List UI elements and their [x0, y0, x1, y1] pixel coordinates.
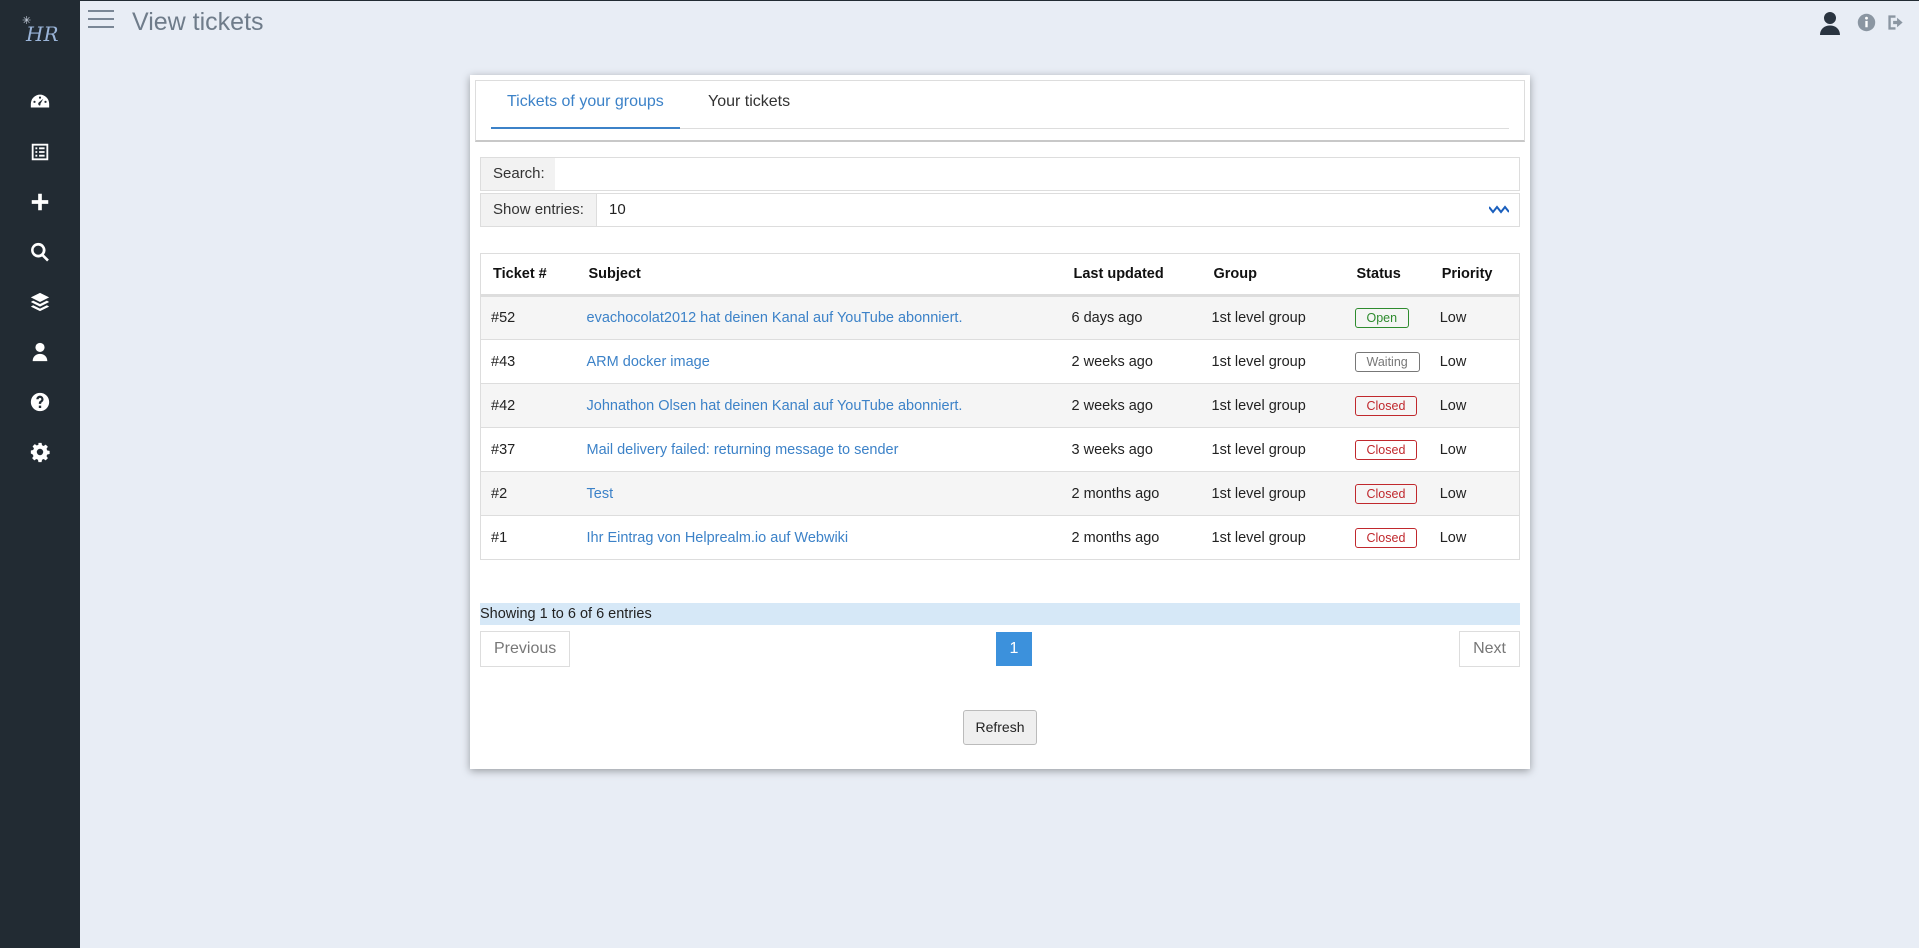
status-badge: Closed	[1354, 527, 1418, 548]
column-header-updated[interactable]: Last updated	[1061, 253, 1202, 297]
ticket-subject-link[interactable]: Test	[587, 486, 614, 502]
status-badge: Open	[1354, 308, 1410, 328]
column-header-subject[interactable]: Subject	[576, 253, 1062, 297]
table-row[interactable]: #2 Test 2 months ago 1st level group Clo…	[480, 471, 1520, 516]
menu-toggle-icon[interactable]	[88, 10, 114, 32]
ticket-priority: Low	[1429, 295, 1520, 340]
ticket-subject-link[interactable]: ARM docker image	[587, 354, 710, 370]
ticket-priority: Low	[1429, 383, 1520, 428]
ticket-id: #52	[480, 295, 577, 340]
list-icon	[31, 143, 49, 161]
ticket-subject-link[interactable]: Mail delivery failed: returning message …	[587, 442, 899, 458]
column-header-ticket[interactable]: Ticket #	[480, 253, 577, 297]
table-row[interactable]: #1 Ihr Eintrag von Helprealm.io auf Webw…	[480, 515, 1520, 560]
logout-icon[interactable]	[1886, 13, 1905, 37]
sidebar-item-dashboard[interactable]	[0, 82, 80, 122]
ticket-group: 1st level group	[1201, 295, 1345, 340]
ticket-updated: 2 weeks ago	[1061, 339, 1202, 384]
ticket-group: 1st level group	[1201, 383, 1345, 428]
previous-button[interactable]: Previous	[480, 631, 571, 667]
profile-icon[interactable]	[1818, 10, 1842, 41]
refresh-button[interactable]: Refresh	[963, 710, 1037, 745]
table-header-row: Ticket # Subject Last updated Group Stat…	[480, 253, 1520, 297]
page-title: View tickets	[132, 8, 264, 36]
logo-text: HR	[26, 22, 59, 46]
sidebar-item-settings[interactable]	[0, 432, 80, 472]
tab-your-tickets[interactable]: Your tickets	[692, 93, 806, 129]
sidebar-item-help[interactable]	[0, 382, 80, 422]
search-icon	[31, 242, 49, 262]
ticket-subject-link[interactable]: Johnathon Olsen hat deinen Kanal auf You…	[587, 398, 963, 414]
table-info: Showing 1 to 6 of 6 entries	[480, 603, 1520, 625]
topbar	[80, 0, 1919, 46]
sidebar-item-users[interactable]	[0, 332, 80, 372]
entries-value: 10	[609, 201, 626, 218]
search-row: Search:	[480, 157, 1520, 191]
ticket-group: 1st level group	[1201, 515, 1345, 560]
ticket-group: 1st level group	[1201, 339, 1345, 384]
app-logo[interactable]: ✳ HR	[22, 14, 59, 48]
status-badge: Closed	[1354, 395, 1418, 416]
gear-icon	[30, 442, 50, 463]
ticket-subject-link[interactable]: evachocolat2012 hat deinen Kanal auf You…	[587, 310, 963, 326]
ticket-priority: Low	[1429, 515, 1520, 560]
sidebar-item-search[interactable]	[0, 232, 80, 272]
tab-bar: Tickets of your groups Your tickets	[491, 81, 1509, 129]
ticket-id: #42	[480, 383, 577, 428]
column-header-status[interactable]: Status	[1344, 253, 1430, 297]
ticket-id: #1	[480, 515, 577, 560]
ticket-priority: Low	[1429, 471, 1520, 516]
entries-label: Show entries:	[481, 194, 597, 226]
tickets-panel: Tickets of your groups Your tickets Sear…	[470, 75, 1530, 769]
sidebar-item-list[interactable]	[0, 132, 80, 172]
table-row[interactable]: #52 evachocolat2012 hat deinen Kanal auf…	[480, 295, 1520, 340]
ticket-priority: Low	[1429, 427, 1520, 472]
chevron-down-icon[interactable]	[1488, 202, 1510, 218]
ticket-id: #2	[480, 471, 577, 516]
ticket-subject-link[interactable]: Ihr Eintrag von Helprealm.io auf Webwiki	[587, 530, 849, 546]
table-row[interactable]: #37 Mail delivery failed: returning mess…	[480, 427, 1520, 472]
plus-icon	[31, 193, 49, 211]
user-icon	[32, 342, 48, 362]
ticket-updated: 6 days ago	[1061, 295, 1202, 340]
sidebar: ✳ HR	[0, 0, 80, 948]
info-icon[interactable]	[1857, 13, 1876, 37]
ticket-updated: 2 months ago	[1061, 515, 1202, 560]
table-row[interactable]: #42 Johnathon Olsen hat deinen Kanal auf…	[480, 383, 1520, 428]
tab-group-tickets[interactable]: Tickets of your groups	[491, 93, 680, 129]
next-button[interactable]: Next	[1459, 631, 1520, 667]
column-header-group[interactable]: Group	[1201, 253, 1345, 297]
ticket-priority: Low	[1429, 339, 1520, 384]
tickets-table: Ticket # Subject Last updated Group Stat…	[480, 253, 1520, 560]
dashboard-icon	[30, 94, 50, 108]
search-label: Search:	[481, 158, 558, 190]
entries-select[interactable]: Show entries: 10	[480, 193, 1520, 227]
status-badge: Closed	[1354, 483, 1418, 504]
ticket-id: #37	[480, 427, 577, 472]
ticket-group: 1st level group	[1201, 427, 1345, 472]
ticket-id: #43	[480, 339, 577, 384]
status-badge: Waiting	[1354, 351, 1420, 372]
ticket-updated: 2 weeks ago	[1061, 383, 1202, 428]
ticket-updated: 3 weeks ago	[1061, 427, 1202, 472]
page-1-button[interactable]: 1	[996, 632, 1032, 666]
search-input[interactable]	[555, 158, 1519, 190]
ticket-group: 1st level group	[1201, 471, 1345, 516]
sidebar-item-layers[interactable]	[0, 282, 80, 322]
status-badge: Closed	[1354, 439, 1418, 460]
table-row[interactable]: #43 ARM docker image 2 weeks ago 1st lev…	[480, 339, 1520, 384]
tabs-container: Tickets of your groups Your tickets	[475, 80, 1525, 142]
help-icon	[30, 392, 50, 412]
column-header-priority[interactable]: Priority	[1429, 253, 1520, 297]
ticket-updated: 2 months ago	[1061, 471, 1202, 516]
layers-icon	[30, 292, 50, 312]
sidebar-item-new-ticket[interactable]	[0, 182, 80, 222]
